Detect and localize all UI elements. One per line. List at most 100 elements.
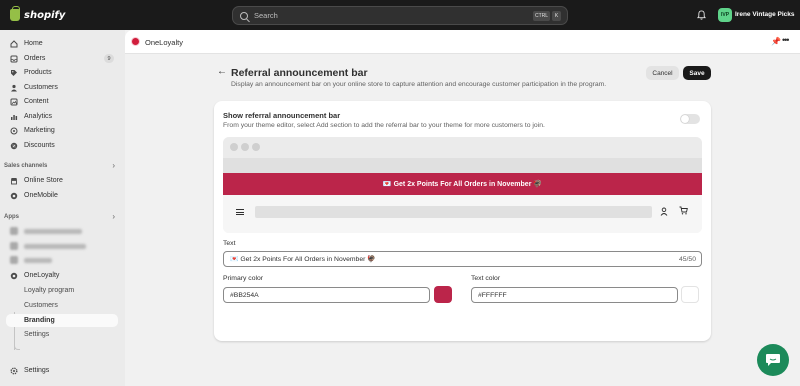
app-icon (10, 242, 18, 250)
sidebar-item-home[interactable]: Home (6, 37, 118, 50)
app-icon (10, 227, 18, 235)
more-icon[interactable]: ••• (782, 35, 790, 45)
main-content: OneLoyalty 📌 ••• ← Referral announcement… (125, 30, 800, 386)
sidebar-item-online-store[interactable]: Online Store (6, 174, 118, 187)
sidebar-item-label: Online Store (24, 177, 63, 184)
store-name[interactable]: Irene Vintage Picks (735, 11, 795, 18)
sidebar-item-label: Customers (24, 84, 58, 91)
sidebar-item-label: Content (24, 98, 49, 105)
sidebar-item-label: Loyalty program (24, 287, 75, 294)
sidebar-item-label: Home (24, 40, 43, 47)
store-preview: 💌 Get 2x Points For All Orders in Novemb… (223, 137, 702, 233)
shopify-bag-icon (10, 6, 20, 21)
products-icon (11, 69, 17, 76)
page-title: Referral announcement bar (231, 67, 368, 79)
sidebar-item-label: Customers (24, 302, 58, 309)
app-header: OneLoyalty 📌 ••• (125, 30, 800, 54)
search-icon (240, 11, 248, 20)
search-input[interactable]: Search CTRL K (232, 6, 568, 25)
chat-icon (766, 353, 780, 366)
card-description: From your theme editor, select Add secti… (223, 122, 545, 129)
app-icon (10, 192, 18, 199)
sidebar-item-analytics[interactable]: Analytics (6, 110, 118, 123)
text-color-swatch[interactable] (681, 286, 699, 303)
chevron-right-icon[interactable]: › (112, 161, 115, 170)
bell-icon[interactable] (697, 10, 706, 20)
save-button[interactable]: Save (683, 66, 711, 80)
pin-icon[interactable]: 📌 (771, 37, 781, 46)
marketing-icon (10, 127, 18, 134)
character-counter: 45/50 (678, 256, 696, 263)
show-announcement-toggle[interactable] (680, 114, 700, 124)
announcement-settings-card: Show referral announcement bar From your… (214, 101, 711, 341)
chevron-right-icon[interactable]: › (112, 212, 115, 221)
back-arrow-icon[interactable]: ← (217, 66, 227, 77)
sidebar-item-oneloyalty[interactable]: OneLoyalty (6, 269, 118, 282)
primary-color-input[interactable]: #BB254A (223, 287, 430, 303)
sidebar-item-label: Branding (24, 317, 55, 324)
sidebar-item-label: OneLoyalty (24, 272, 60, 279)
user-icon (660, 207, 668, 216)
sidebar-item-label: Settings (24, 367, 50, 374)
sidebar-item-customers[interactable]: Customers (6, 81, 118, 94)
blurred-app-item[interactable] (10, 241, 86, 251)
cart-icon (679, 206, 688, 215)
blurred-label (24, 228, 82, 234)
sidebar-item-label: Products (24, 69, 52, 76)
app-name: OneLoyalty (145, 38, 183, 47)
blurred-label (24, 257, 52, 263)
sidebar-item-products[interactable]: Products (6, 66, 118, 79)
online-store-icon (11, 177, 17, 184)
sales-channels-heading[interactable]: Sales channels (4, 163, 47, 169)
gear-icon (10, 367, 18, 374)
shortcut-k-key: K (552, 11, 561, 21)
browser-window-bar (223, 137, 702, 158)
text-color-input[interactable]: #FFFFFF (471, 287, 678, 303)
store-avatar[interactable]: IVP (718, 8, 732, 22)
sidebar-item-label: Orders (24, 55, 46, 62)
sidebar-item-onemobile[interactable]: OneMobile (6, 189, 118, 202)
sidebar-item-branding[interactable]: Branding (6, 314, 118, 327)
primary-color-label: Primary color (223, 275, 264, 282)
blurred-app-item[interactable] (10, 255, 52, 265)
primary-color-swatch[interactable] (434, 286, 452, 303)
sidebar-item-orders[interactable]: Orders 9 (6, 52, 118, 65)
cancel-button[interactable]: Cancel (646, 66, 679, 80)
preview-strip (223, 158, 702, 173)
app-icon (10, 256, 18, 264)
page-description: Display an announcement bar on your onli… (231, 81, 607, 88)
text-field-label: Text (223, 240, 236, 247)
apps-heading[interactable]: Apps (4, 214, 19, 220)
oneloyalty-logo-icon (131, 37, 140, 46)
text-color-value: #FFFFFF (478, 291, 507, 299)
oneloyalty-icon (10, 272, 18, 279)
sidebar-item-discounts[interactable]: Discounts (6, 139, 118, 152)
sidebar-item-label: Analytics (24, 113, 53, 120)
sidebar-item-app-customers[interactable]: Customers (6, 299, 118, 312)
blurred-app-item[interactable] (10, 226, 82, 236)
customers-icon (11, 84, 17, 91)
home-icon (10, 39, 18, 47)
window-dot (252, 143, 260, 151)
logo-text: shopify (24, 9, 66, 21)
window-dot (241, 143, 249, 151)
sidebar-item-app-settings[interactable]: Settings (6, 328, 118, 341)
announcement-text-input[interactable]: 💌 Get 2x Points For All Orders in Novemb… (223, 251, 702, 267)
search-placeholder: Search (254, 11, 278, 20)
text-color-label: Text color (471, 275, 501, 282)
sidebar-item-content[interactable]: Content (6, 95, 118, 108)
analytics-icon (11, 114, 18, 120)
shortcut-ctrl-key: CTRL (533, 11, 550, 21)
tree-hook (14, 342, 20, 350)
sidebar-item-loyalty-program[interactable]: Loyalty program (6, 284, 118, 297)
chat-support-button[interactable] (757, 344, 789, 376)
announcement-bar-preview: 💌 Get 2x Points For All Orders in Novemb… (223, 173, 702, 195)
sidebar-item-marketing[interactable]: Marketing (6, 124, 118, 137)
sidebar-item-settings[interactable]: Settings (6, 364, 118, 377)
blurred-label (24, 243, 86, 249)
discounts-icon (10, 142, 18, 149)
orders-icon (10, 55, 18, 62)
sidebar-item-label: Discounts (24, 142, 55, 149)
shopify-logo[interactable]: shopify (10, 6, 66, 21)
card-title: Show referral announcement bar (223, 111, 341, 120)
